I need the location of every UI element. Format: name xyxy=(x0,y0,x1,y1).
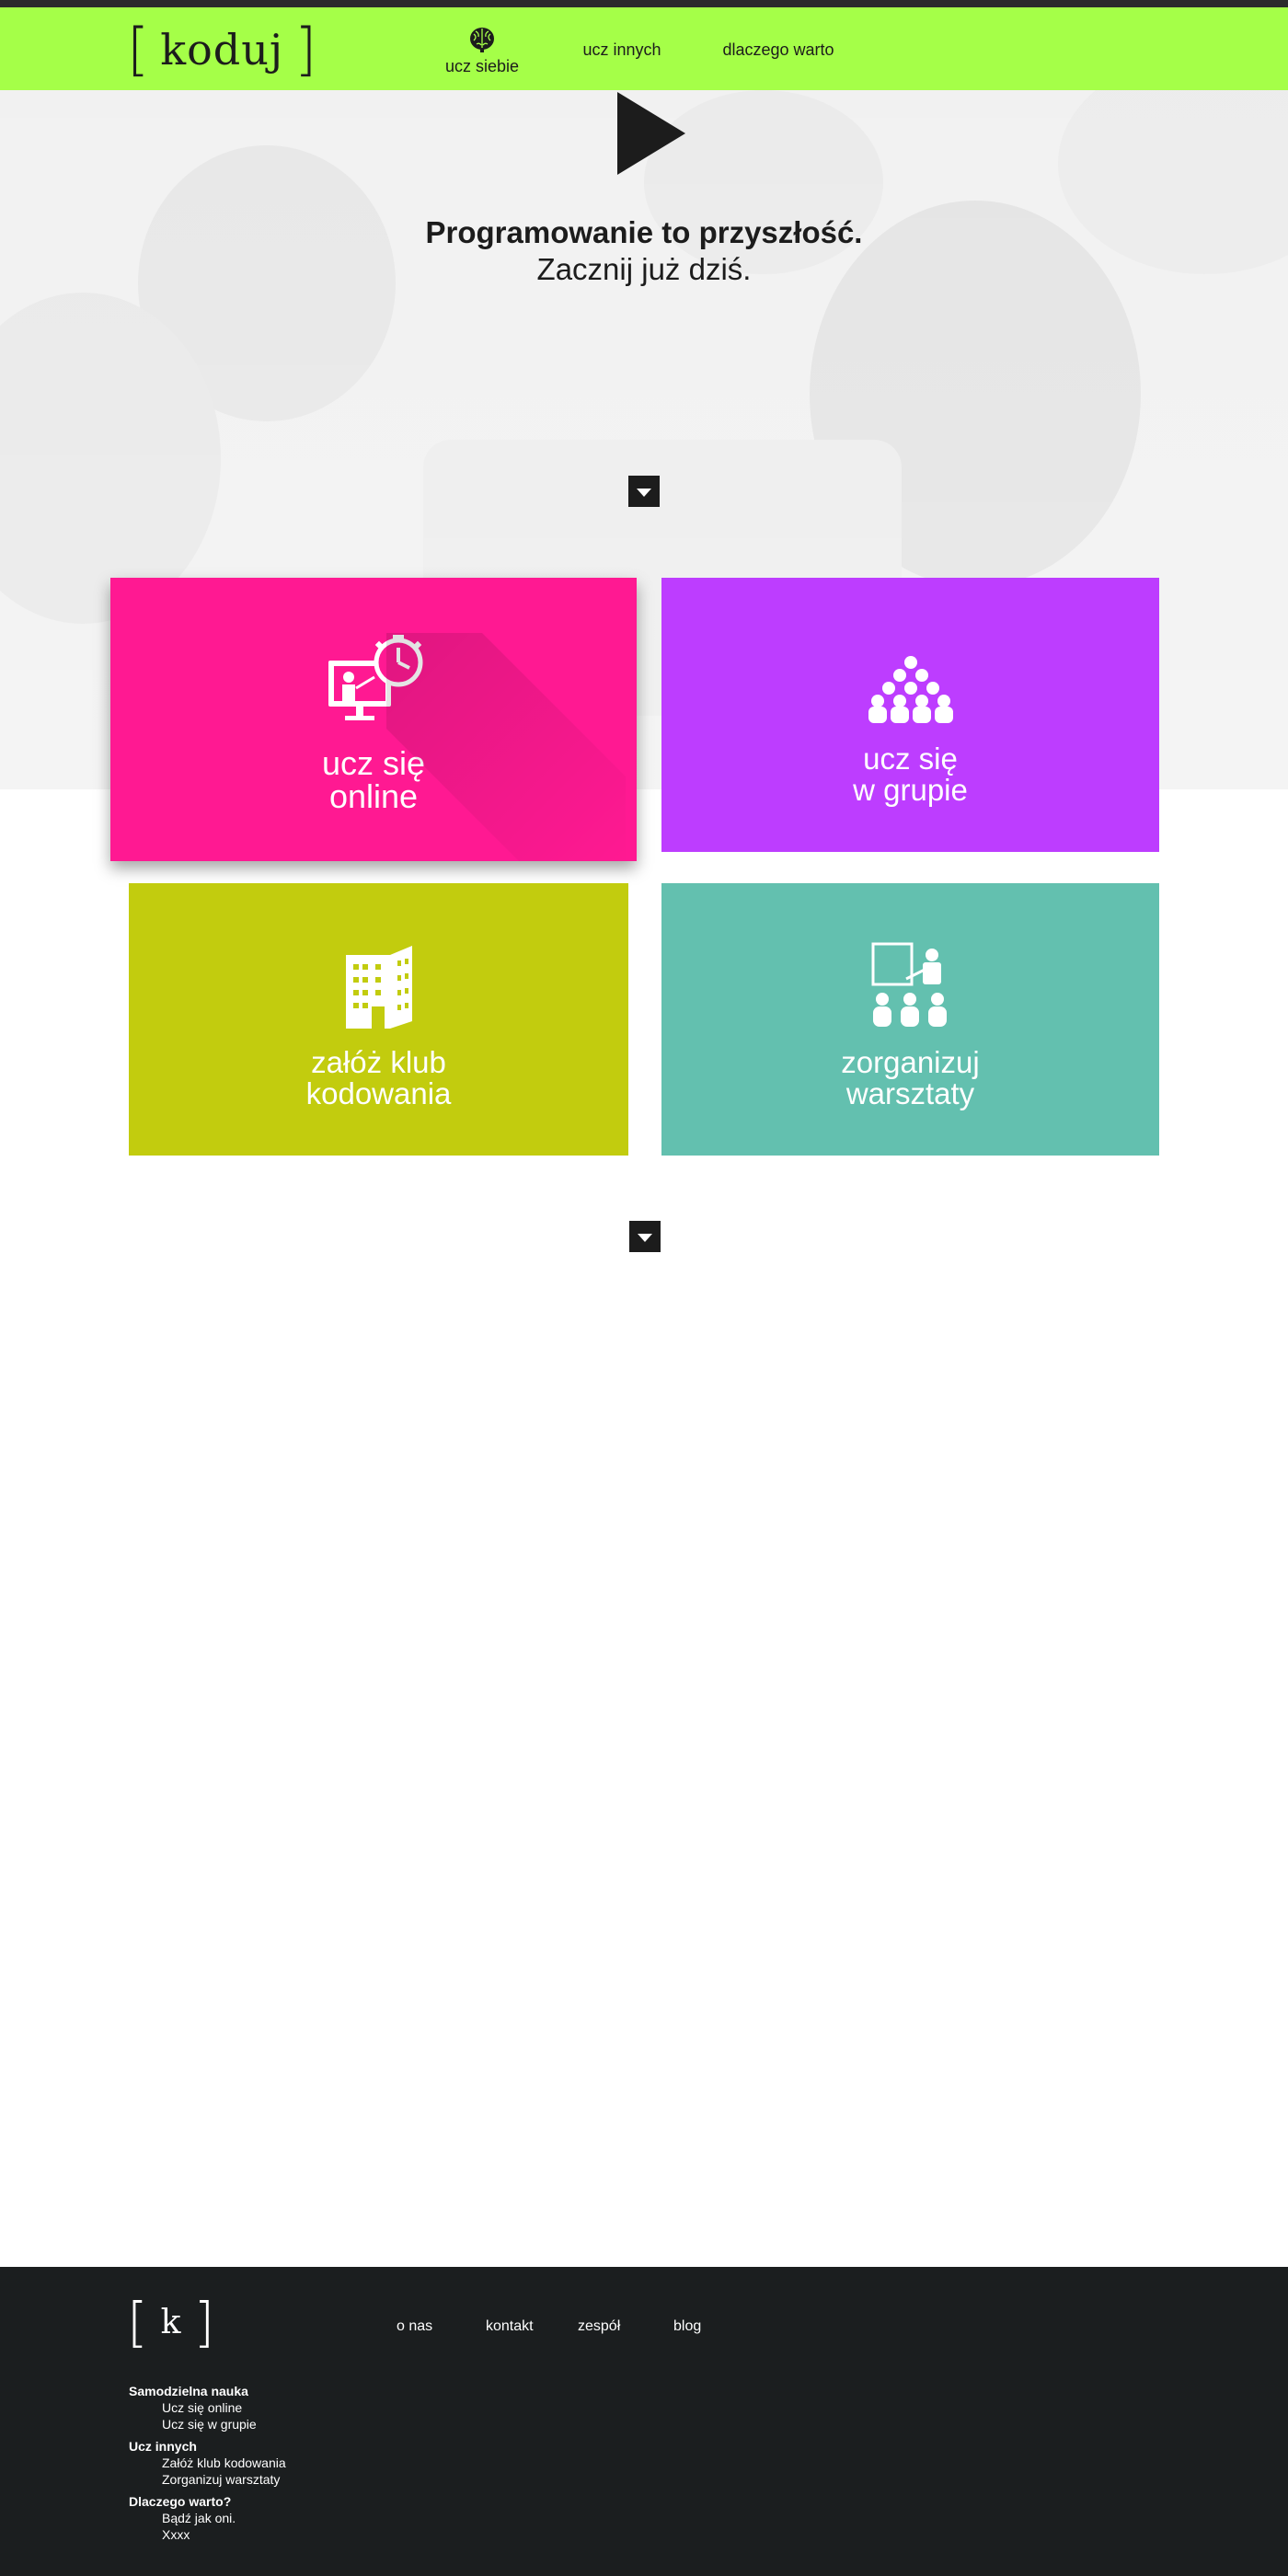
site-footer: [ k ] o nas kontakt zespół blog Samodzie… xyxy=(0,2267,1288,2576)
play-icon[interactable] xyxy=(617,92,685,175)
nav-label: dlaczego warto xyxy=(722,40,834,59)
footer-link-o-nas[interactable]: o nas xyxy=(397,2318,432,2335)
footer-sitemap: Samodzielna nauka Ucz się online Ucz się… xyxy=(129,2383,286,2548)
headline-normal: Zacznij już dziś. xyxy=(536,252,752,286)
footer-logo-letter: k xyxy=(160,2303,181,2341)
sitemap-heading: Dlaczego warto? xyxy=(129,2494,232,2509)
logo-bracket-left: [ xyxy=(127,16,150,83)
footer-link-kontakt[interactable]: kontakt xyxy=(486,2318,534,2335)
headline-bold: Programowanie to przyszłość. xyxy=(425,215,863,249)
tile-title-line2: online xyxy=(328,777,419,815)
nav-item-ucz-siebie[interactable]: ucz siebie xyxy=(440,7,524,90)
sitemap-link[interactable]: Bądź jak oni. xyxy=(129,2510,286,2526)
sitemap-link[interactable]: Ucz się w grupie xyxy=(129,2416,286,2432)
sitemap-link[interactable]: Załóż klub kodowania xyxy=(129,2455,286,2471)
scroll-down-button[interactable] xyxy=(629,1221,661,1252)
sitemap-heading: Ucz innych xyxy=(129,2439,197,2454)
tile-title-line1: załóż klub xyxy=(311,1045,446,1079)
footer-link-blog[interactable]: blog xyxy=(673,2318,701,2335)
tile-zaloz-klub-kodowania[interactable]: załóż klub kodowania xyxy=(129,883,628,1156)
logo-text: koduj xyxy=(160,25,284,75)
tile-zorganizuj-warsztaty[interactable]: zorganizuj warsztaty xyxy=(661,883,1159,1156)
hero-headline: Programowanie to przyszłość. Zacznij już… xyxy=(0,214,1288,288)
sitemap-group: Ucz innych Załóż klub kodowania Zorganiz… xyxy=(129,2438,286,2488)
logo-bracket-right: ] xyxy=(294,16,317,83)
tile-title-line1: ucz się xyxy=(321,744,426,782)
workshop-icon xyxy=(871,942,947,1027)
nav-label: ucz siebie xyxy=(444,56,520,75)
tile-title-line2: warsztaty xyxy=(845,1076,975,1110)
nav-item-ucz-innych[interactable]: ucz innych xyxy=(574,7,670,90)
brain-icon xyxy=(470,27,494,52)
sitemap-group: Dlaczego warto? Bądź jak oni. Xxxx xyxy=(129,2493,286,2543)
tile-title-line2: kodowania xyxy=(305,1076,452,1110)
tile-ucz-sie-w-grupie[interactable]: ucz się w grupie xyxy=(661,578,1159,852)
sitemap-link[interactable]: Ucz się online xyxy=(129,2399,286,2416)
sitemap-heading: Samodzielna nauka xyxy=(129,2384,248,2398)
top-bar-strip xyxy=(0,0,1288,7)
group-icon xyxy=(868,656,953,723)
tile-ucz-sie-online[interactable]: ucz się online xyxy=(110,578,637,861)
tile-title-line1: ucz się xyxy=(863,742,958,776)
footer-link-zespol[interactable]: zespół xyxy=(578,2318,620,2335)
logo-bracket-right: ] xyxy=(193,2291,215,2353)
nav-item-dlaczego-warto[interactable]: dlaczego warto xyxy=(714,7,843,90)
logo-bracket-left: [ xyxy=(127,2291,148,2353)
scroll-down-button[interactable] xyxy=(628,476,660,507)
sitemap-link[interactable]: Zorganizuj warsztaty xyxy=(129,2471,286,2488)
sitemap-link[interactable]: Xxxx xyxy=(129,2526,286,2543)
sitemap-group: Samodzielna nauka Ucz się online Ucz się… xyxy=(129,2383,286,2432)
long-shadow xyxy=(386,633,626,861)
building-icon xyxy=(345,946,412,1029)
nav-label: ucz innych xyxy=(582,40,661,59)
koduj-logo[interactable]: [ koduj ] xyxy=(127,16,317,83)
tile-title-line2: w grupie xyxy=(853,773,968,807)
tile-title-line1: zorganizuj xyxy=(841,1045,980,1079)
footer-logo[interactable]: [ k ] xyxy=(127,2294,214,2350)
